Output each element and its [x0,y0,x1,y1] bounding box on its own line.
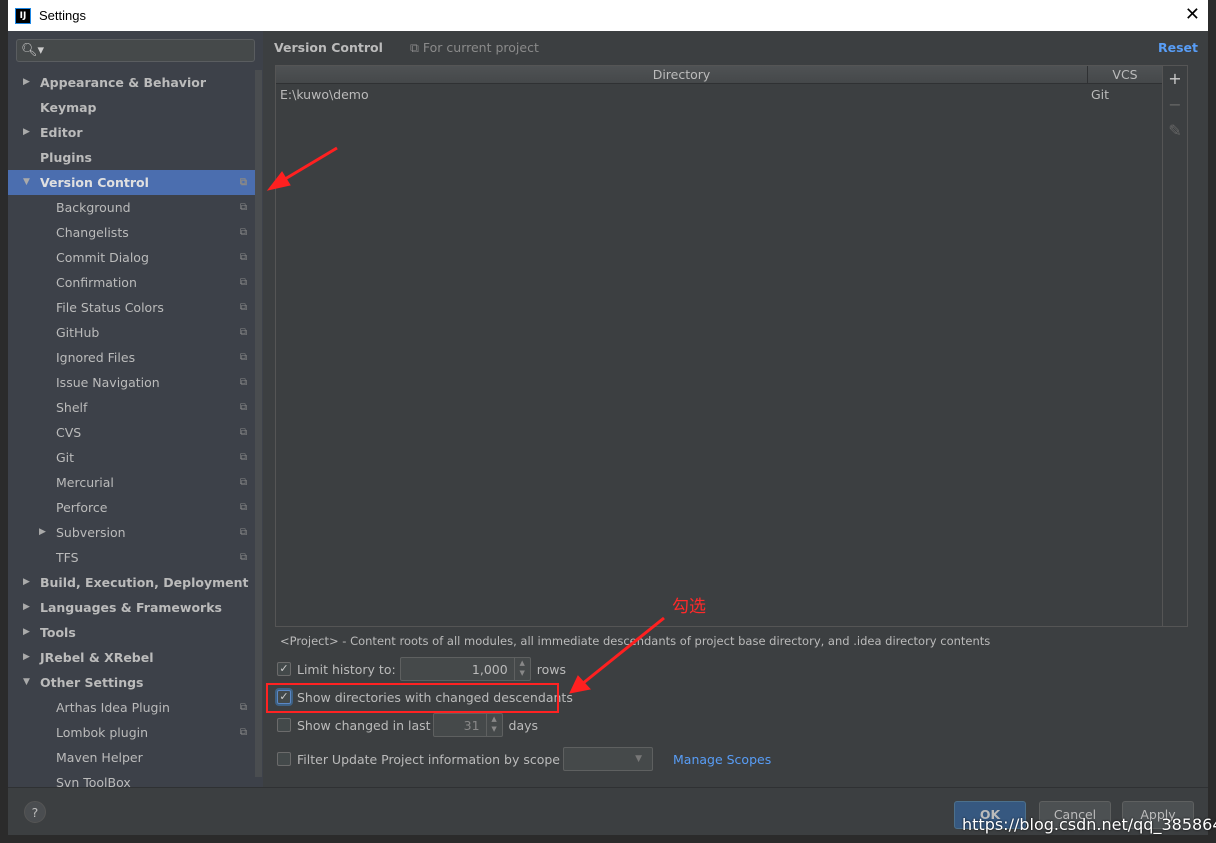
arrow-to-checkbox [569,616,665,694]
annotation-arrows [266,146,665,694]
watermark: https://blog.csdn.net/qq_38586496 [962,815,1216,834]
arrow-to-version-control [266,146,338,191]
